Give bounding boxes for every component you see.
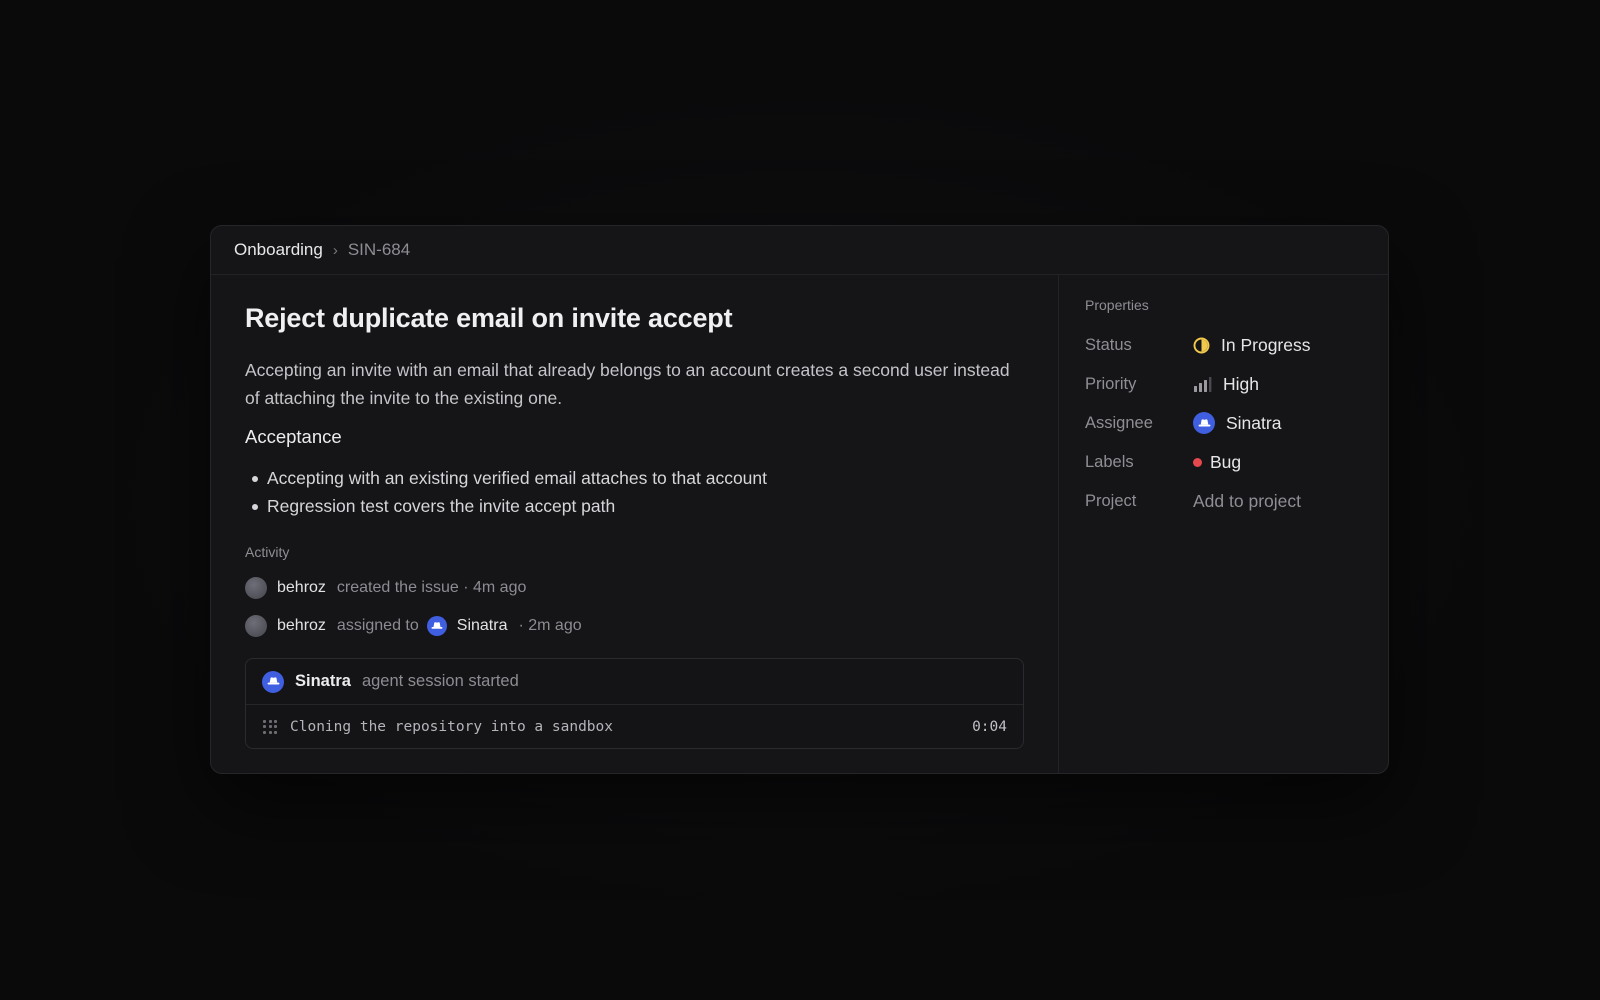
agent-hat-icon xyxy=(426,616,447,636)
bullet-icon xyxy=(252,476,258,482)
property-key: Labels xyxy=(1085,452,1134,471)
project-value[interactable]: Add to project xyxy=(1193,491,1301,512)
properties-panel: Properties Status In Progress Priority H… xyxy=(1059,275,1388,773)
breadcrumb: Onboarding › SIN-684 xyxy=(211,226,1388,275)
session-agent-name[interactable]: Sinatra xyxy=(295,672,351,691)
property-labels: Labels Bug xyxy=(1085,450,1362,474)
property-assignee: Assignee Sinatra xyxy=(1085,411,1362,435)
activity-text: assigned to xyxy=(336,617,419,634)
issue-main: Reject duplicate email on invite accept … xyxy=(211,275,1059,773)
agent-session-card[interactable]: Sinatra agent session started Cloning th… xyxy=(245,658,1024,749)
properties-heading: Properties xyxy=(1085,297,1149,313)
acceptance-heading: Acceptance xyxy=(245,426,342,447)
chevron-right-icon: › xyxy=(332,241,338,259)
activity-event: behroz created the issue · 4m ago xyxy=(245,576,1024,600)
activity-target[interactable]: Sinatra xyxy=(457,617,508,635)
session-elapsed: 0:04 xyxy=(972,718,1007,735)
labels-value[interactable]: Bug xyxy=(1193,452,1241,473)
priority-label: High xyxy=(1223,373,1259,394)
agent-hat-icon xyxy=(262,670,284,693)
property-key: Priority xyxy=(1085,374,1137,393)
status-label: In Progress xyxy=(1221,334,1311,355)
agent-hat-icon xyxy=(1193,412,1215,434)
property-key: Status xyxy=(1085,335,1132,354)
avatar[interactable] xyxy=(245,615,267,637)
label-name: Bug xyxy=(1210,451,1242,472)
activity-user[interactable]: behroz xyxy=(277,617,326,635)
assignee-value[interactable]: Sinatra xyxy=(1193,412,1281,434)
activity-event: behroz assigned to Sinatra · 2m ago xyxy=(245,614,1024,638)
acceptance-item-text: Regression test covers the invite accept… xyxy=(267,496,616,516)
session-header: Sinatra agent session started xyxy=(246,659,1023,705)
grid-dots-icon xyxy=(263,719,277,734)
list-item: Accepting with an existing verified emai… xyxy=(245,464,1024,492)
label-color-dot-icon xyxy=(1193,457,1202,467)
add-to-project-link: Add to project xyxy=(1193,490,1301,511)
assignee-label: Sinatra xyxy=(1226,412,1282,433)
property-key: Project xyxy=(1085,491,1137,510)
half-circle-status-icon xyxy=(1193,337,1210,354)
property-status: Status In Progress xyxy=(1085,333,1362,357)
acceptance-item-text: Accepting with an existing verified emai… xyxy=(267,468,767,488)
issue-window: Onboarding › SIN-684 Reject duplicate em… xyxy=(210,225,1389,774)
list-item: Regression test covers the invite accept… xyxy=(245,492,1024,520)
acceptance-list: Accepting with an existing verified emai… xyxy=(245,464,1024,520)
breadcrumb-parent[interactable]: Onboarding xyxy=(234,240,323,260)
session-log-line: Cloning the repository into a sandbox 0:… xyxy=(246,705,1023,748)
avatar[interactable] xyxy=(245,577,267,599)
activity-user[interactable]: behroz xyxy=(277,579,326,597)
activity-heading: Activity xyxy=(245,544,290,560)
issue-description[interactable]: Accepting an invite with an email that a… xyxy=(245,356,1024,412)
activity-time: · 2m ago xyxy=(518,617,582,634)
property-key: Assignee xyxy=(1085,413,1153,432)
priority-value[interactable]: High xyxy=(1193,374,1259,395)
session-log-text: Cloning the repository into a sandbox xyxy=(290,718,614,735)
breadcrumb-issue-id[interactable]: SIN-684 xyxy=(348,240,410,260)
property-priority: Priority High xyxy=(1085,372,1362,396)
property-project: Project Add to project xyxy=(1085,489,1362,513)
priority-bars-icon xyxy=(1193,376,1212,392)
issue-title[interactable]: Reject duplicate email on invite accept xyxy=(245,303,1024,334)
session-status: agent session started xyxy=(361,672,519,690)
status-value[interactable]: In Progress xyxy=(1193,335,1310,356)
bullet-icon xyxy=(252,504,258,510)
activity-text: created the issue · 4m ago xyxy=(336,579,527,596)
